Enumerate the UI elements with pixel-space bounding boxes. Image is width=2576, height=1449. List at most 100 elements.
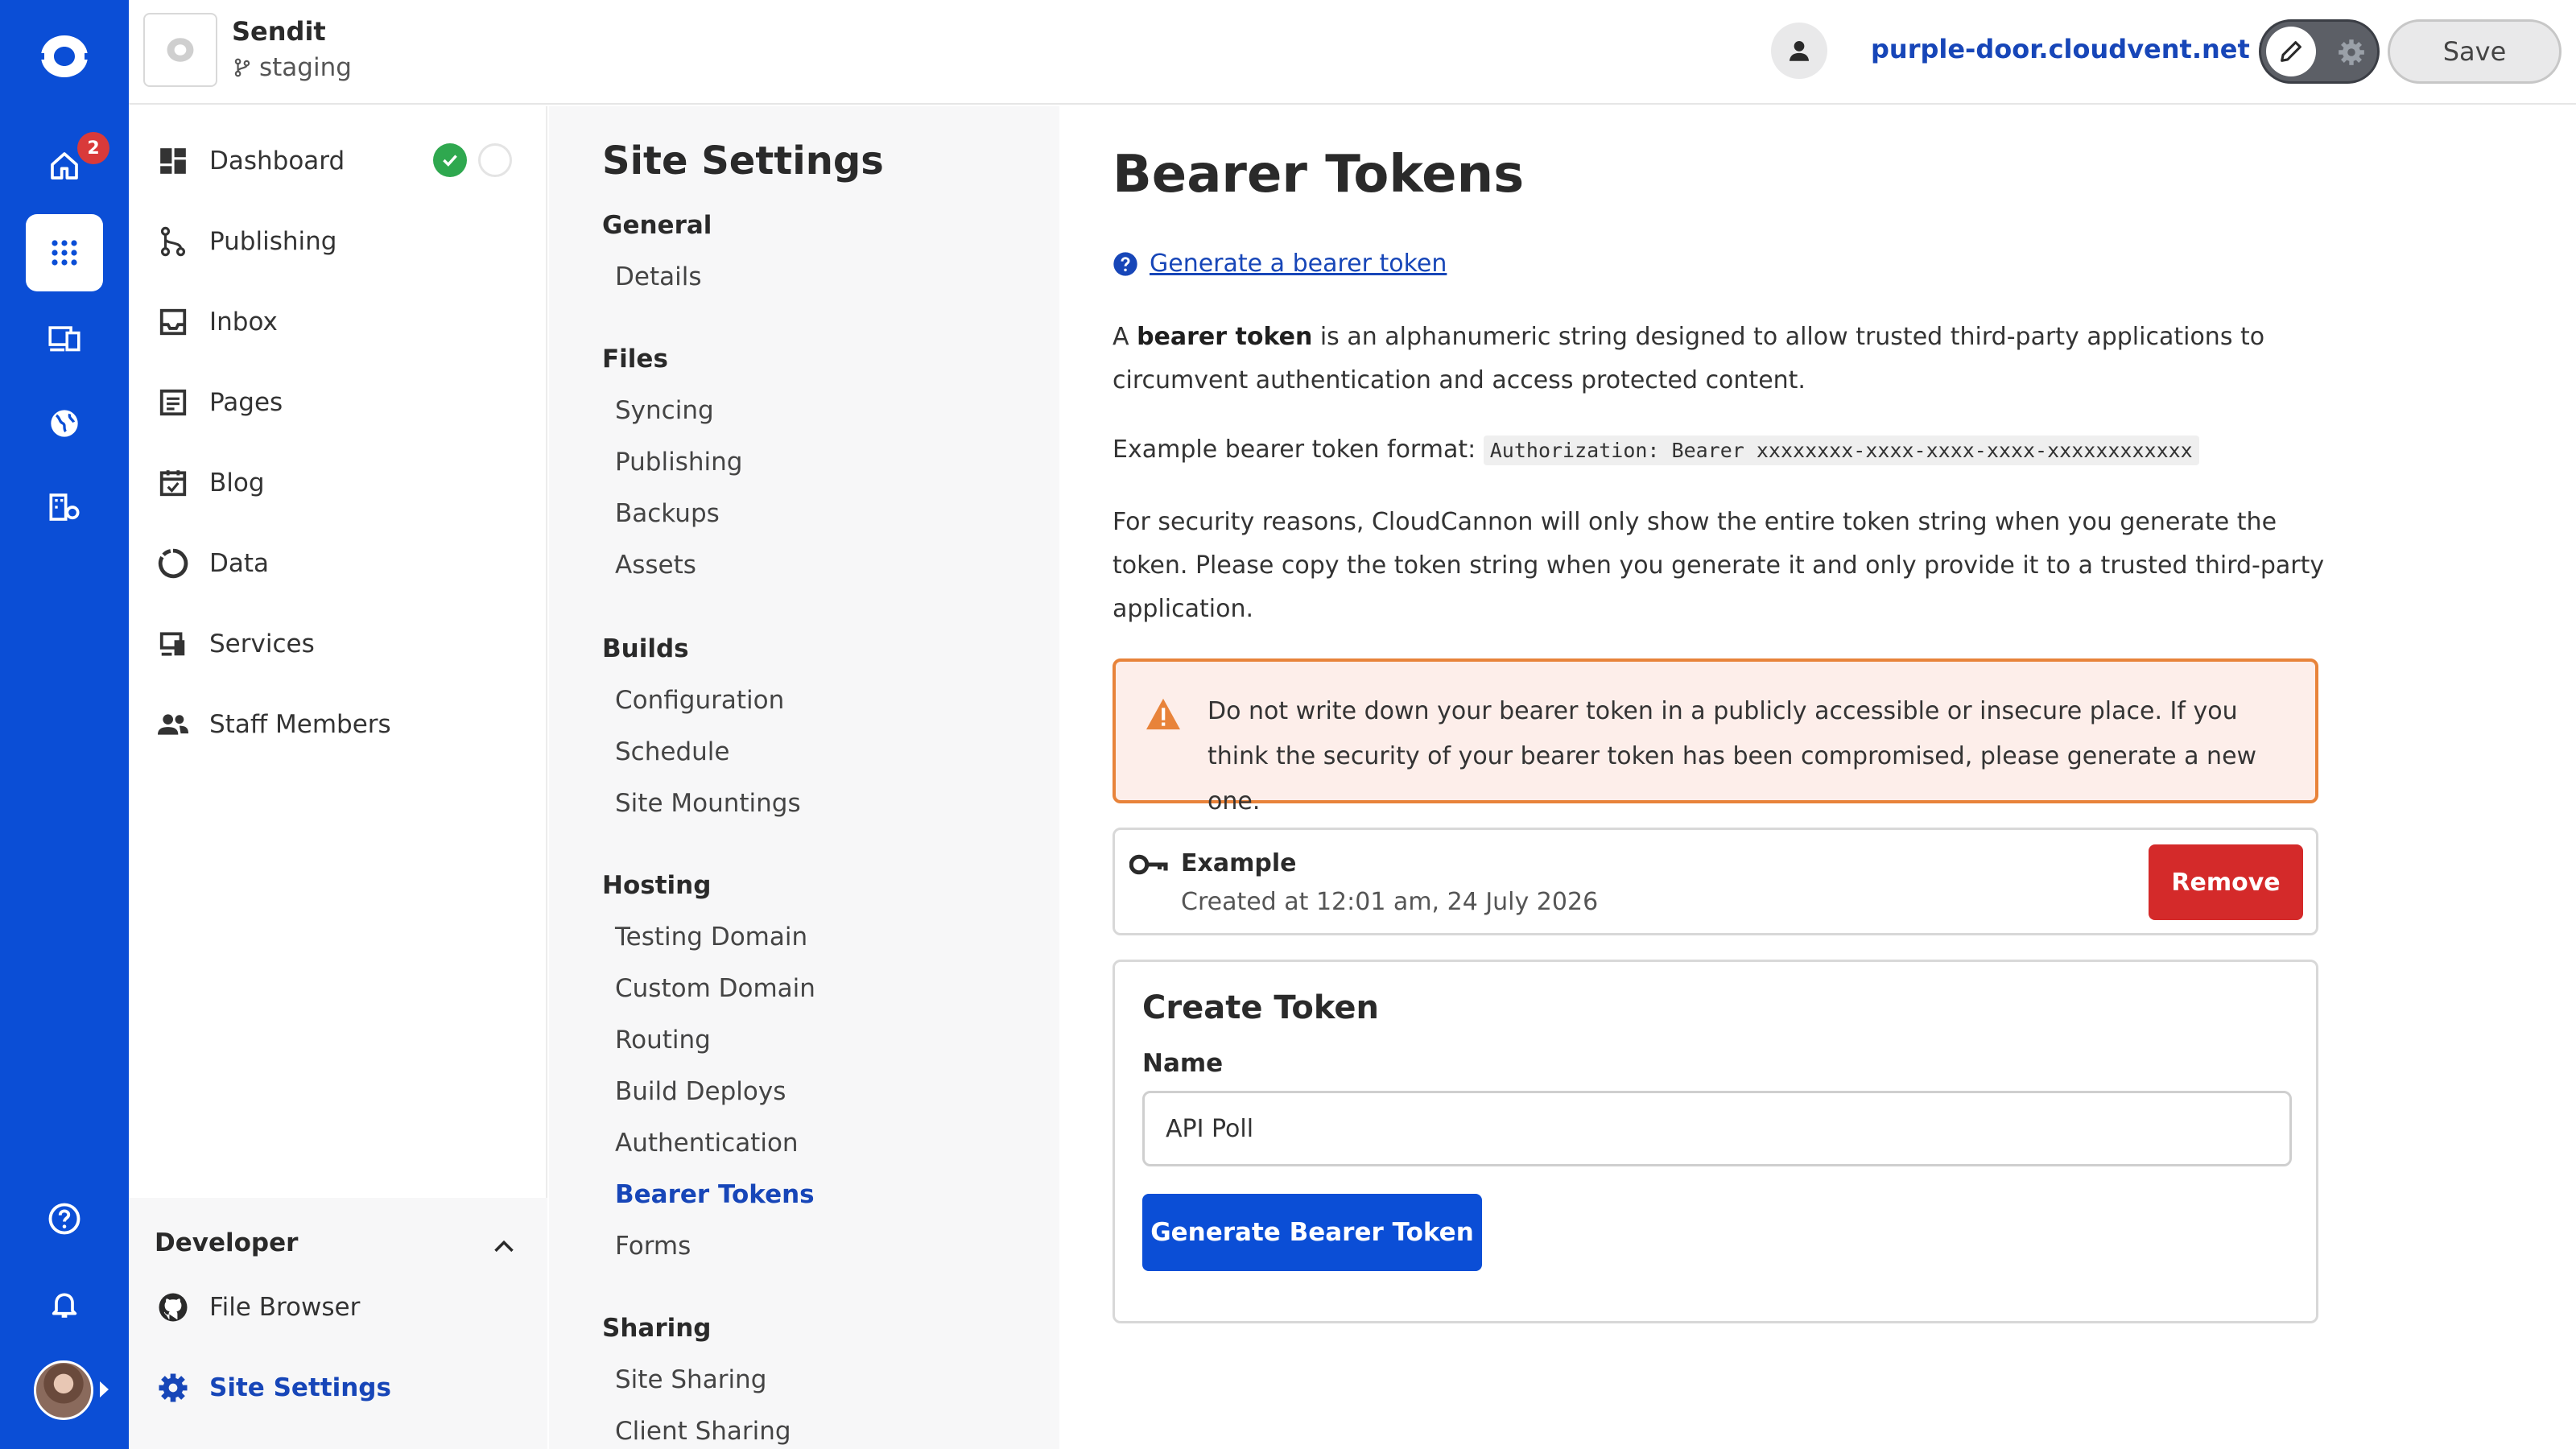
nav-label: Site Settings: [209, 1373, 391, 1402]
nav-item-data[interactable]: Data: [156, 539, 269, 588]
settings-link-schedule[interactable]: Schedule: [615, 737, 729, 766]
nav-label: Data: [209, 549, 270, 578]
nav-label: Publishing: [209, 227, 337, 256]
publishing-icon: [156, 225, 190, 258]
settings-link-site-mountings[interactable]: Site Mountings: [615, 789, 801, 818]
help-link-text: Generate a bearer token: [1150, 250, 1447, 278]
developer-section: Developer File Browser Site Settings: [129, 1198, 547, 1449]
format-code: Authorization: Bearer xxxxxxxx-xxxx-xxxx…: [1483, 436, 2199, 465]
settings-link-build-deploys[interactable]: Build Deploys: [615, 1077, 786, 1106]
services-icon: [156, 627, 190, 661]
token-card: Example Created at 12:01 am, 24 July 202…: [1113, 828, 2318, 935]
warning-alert: Do not write down your bearer token in a…: [1113, 658, 2318, 815]
nav-label: Staff Members: [209, 710, 391, 739]
calendar-check-icon: [156, 466, 190, 500]
settings-link-custom-domain[interactable]: Custom Domain: [615, 974, 815, 1003]
generate-bearer-token-button[interactable]: Generate Bearer Token: [1142, 1194, 1482, 1271]
remove-token-button[interactable]: Remove: [2149, 844, 2303, 920]
apps-grid-icon[interactable]: [26, 214, 103, 291]
site-name[interactable]: Sendit: [232, 16, 326, 47]
gear-icon: [2329, 30, 2374, 75]
settings-group-hosting: Hosting: [602, 871, 712, 900]
nav-item-blog[interactable]: Blog: [156, 459, 265, 507]
nav-label: File Browser: [209, 1293, 361, 1322]
key-icon: [1129, 851, 1171, 878]
settings-group-files: Files: [602, 345, 668, 374]
settings-gear-icon: [156, 1371, 190, 1405]
account-icon[interactable]: [1771, 23, 1827, 79]
site-domain-text: purple-door.cloudvent.net: [1871, 34, 2250, 64]
site-domain-link[interactable]: purple-door.cloudvent.net: [1871, 34, 2279, 64]
settings-link-routing[interactable]: Routing: [615, 1026, 711, 1055]
pages-icon: [156, 386, 190, 419]
create-token-card: Create Token Name Generate Bearer Token: [1113, 960, 2318, 1323]
help-icon[interactable]: [26, 1180, 103, 1257]
settings-link-configuration[interactable]: Configuration: [615, 686, 784, 715]
settings-group-general: General: [602, 211, 712, 240]
globe-icon[interactable]: [26, 385, 103, 462]
nav-label: Dashboard: [209, 147, 345, 175]
intro-paragraph: A bearer token is an alphanumeric string…: [1113, 316, 2336, 402]
chevron-up-icon[interactable]: [488, 1230, 520, 1262]
nav-item-file-browser[interactable]: File Browser: [156, 1283, 360, 1331]
status-pending-icon: [478, 143, 512, 177]
nav-item-inbox[interactable]: Inbox: [156, 298, 278, 346]
github-icon: [156, 1290, 190, 1324]
app-rail: 2: [0, 0, 129, 1449]
edit-mode-toggle[interactable]: [2259, 19, 2380, 84]
branch-icon: [234, 58, 250, 77]
settings-link-forms[interactable]: Forms: [615, 1232, 691, 1261]
dashboard-icon: [156, 144, 190, 178]
nav-item-dashboard[interactable]: Dashboard: [156, 137, 345, 185]
create-token-title: Create Token: [1142, 989, 1379, 1026]
settings-link-syncing[interactable]: Syncing: [615, 396, 714, 425]
settings-link-testing-domain[interactable]: Testing Domain: [615, 923, 807, 952]
nav-item-pages[interactable]: Pages: [156, 378, 283, 427]
settings-link-assets[interactable]: Assets: [615, 551, 696, 580]
data-icon: [156, 547, 190, 580]
token-name-input[interactable]: [1142, 1091, 2292, 1166]
settings-menu-title: Site Settings: [602, 138, 884, 184]
inbox-icon: [156, 305, 190, 339]
nav-item-publishing[interactable]: Publishing: [156, 217, 336, 266]
checkmark-icon: [433, 143, 467, 177]
top-bar: Sendit staging purple-door.cloudvent.net…: [129, 0, 2576, 105]
branch-label[interactable]: staging: [232, 53, 352, 82]
settings-link-publishing[interactable]: Publishing: [615, 448, 742, 477]
nav-item-services[interactable]: Services: [156, 620, 315, 668]
settings-menu: Site Settings General Details Files Sync…: [549, 106, 1059, 1449]
help-circle-icon: [1113, 251, 1137, 276]
settings-link-backups[interactable]: Backups: [615, 499, 720, 528]
nav-label: Blog: [209, 469, 265, 497]
user-avatar[interactable]: [34, 1360, 93, 1420]
token-created-date: Created at 12:01 am, 24 July 2026: [1181, 888, 1599, 916]
generate-token-help-link[interactable]: Generate a bearer token: [1113, 250, 1447, 278]
page-title: Bearer Tokens: [1113, 145, 1525, 204]
settings-link-authentication[interactable]: Authentication: [615, 1129, 799, 1158]
security-paragraph: For security reasons, CloudCannon will o…: [1113, 508, 2325, 623]
nav-label: Pages: [209, 388, 283, 417]
cloudcannon-logo[interactable]: [32, 31, 97, 82]
devices-icon[interactable]: [26, 299, 103, 377]
site-navigation: Dashboard Publishing Inbox Pages Blog Da…: [129, 106, 547, 1449]
nav-item-staff-members[interactable]: Staff Members: [156, 700, 391, 749]
warning-text: Do not write down your bearer token in a…: [1208, 697, 2257, 815]
nav-label: Services: [209, 630, 315, 658]
intro-term: bearer token: [1137, 323, 1313, 351]
bell-icon[interactable]: [26, 1265, 103, 1343]
site-thumbnail[interactable]: [143, 13, 217, 87]
settings-link-details[interactable]: Details: [615, 262, 701, 291]
nav-item-site-settings[interactable]: Site Settings: [156, 1364, 391, 1412]
intro-prefix: A: [1113, 323, 1137, 351]
settings-link-bearer-tokens[interactable]: Bearer Tokens: [615, 1180, 815, 1209]
format-label: Example bearer token format:: [1113, 436, 1476, 464]
settings-link-site-sharing[interactable]: Site Sharing: [615, 1365, 766, 1394]
settings-group-sharing: Sharing: [602, 1314, 712, 1343]
token-name: Example: [1181, 849, 1297, 877]
format-paragraph: Example bearer token format: Authorizati…: [1113, 428, 2336, 473]
token-name-label: Name: [1142, 1049, 1224, 1078]
organization-settings-icon[interactable]: [26, 469, 103, 546]
save-button[interactable]: Save: [2388, 19, 2562, 84]
settings-link-client-sharing[interactable]: Client Sharing: [615, 1417, 791, 1446]
notification-count-badge: 2: [77, 132, 109, 164]
